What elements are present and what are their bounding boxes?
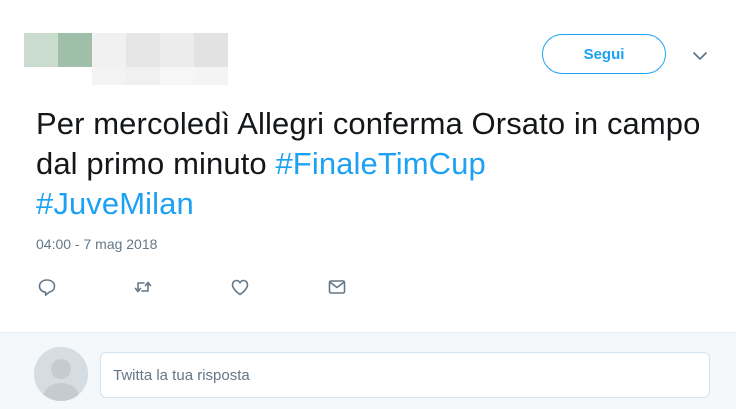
blurred-avatar-part [58,33,92,67]
blurred-name [92,33,126,67]
hashtag-link[interactable]: #FinaleTimCup [275,146,485,181]
reply-input[interactable]: Twitta la tua risposta [100,352,710,398]
blurred-user-info [24,33,228,85]
like-icon[interactable] [229,276,251,298]
avatar [34,347,88,401]
tweet-text: Per mercoledì Allegri conferma Orsato in… [36,104,716,224]
reply-input-placeholder: Twitta la tua risposta [113,366,250,384]
retweet-icon[interactable] [132,276,154,298]
hashtag-link[interactable]: #JuveMilan [36,186,194,221]
blurred-handle-part [160,67,194,85]
reply-icon[interactable] [36,276,58,298]
message-icon[interactable] [326,276,348,298]
follow-button-label: Segui [583,45,625,63]
blurred-handle-part [194,67,228,85]
tweet-card: Segui Per mercoledì Allegri conferma Ors… [0,0,736,332]
reply-area: Twitta la tua risposta [0,332,736,409]
follow-button[interactable]: Segui [542,34,666,74]
blurred-name-part [160,33,194,67]
chevron-down-icon[interactable] [690,48,710,64]
blurred-handle-part [126,67,160,85]
tweet-timestamp[interactable]: 04:00 - 7 mag 2018 [36,236,157,252]
blurred-handle [92,67,126,85]
blurred-name-part [194,33,228,67]
blurred-avatar [24,33,58,67]
tweet-actions [36,276,376,298]
blurred-name-part [126,33,160,67]
